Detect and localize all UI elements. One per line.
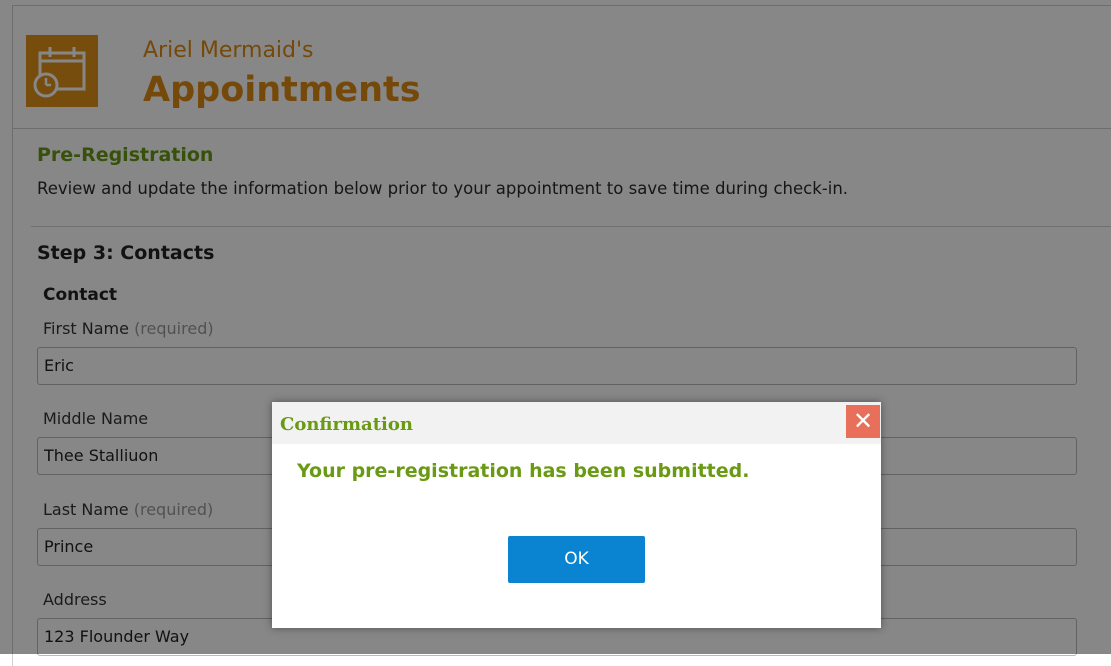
confirmation-dialog: Confirmation ✕ Your pre-registration has… <box>272 402 881 628</box>
close-icon[interactable]: ✕ <box>846 405 880 438</box>
dialog-title: Confirmation <box>280 414 413 435</box>
dialog-message: Your pre-registration has been submitted… <box>297 460 750 482</box>
dialog-header: Confirmation ✕ <box>272 402 881 444</box>
ok-button[interactable]: OK <box>508 536 645 583</box>
